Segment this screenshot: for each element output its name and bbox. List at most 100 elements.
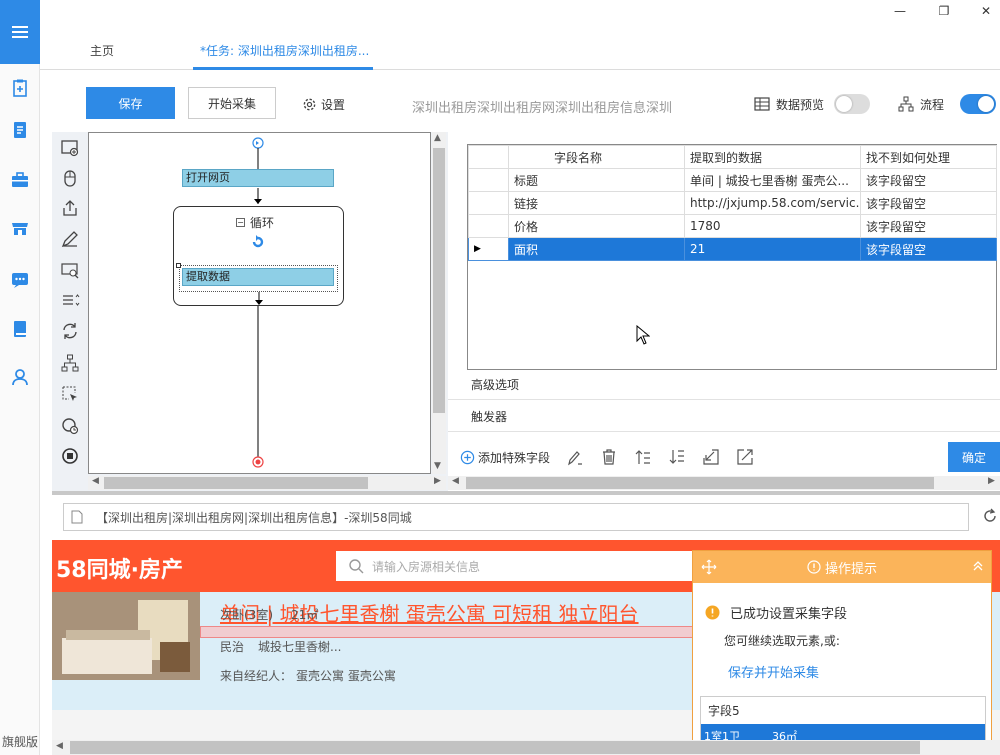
collapse-up-icon[interactable] (972, 560, 984, 572)
field-name-cell[interactable]: 标题 (508, 168, 685, 192)
column-header[interactable]: 提取到的数据 (684, 145, 861, 169)
move-up-icon[interactable] (634, 448, 652, 466)
row-indicator[interactable]: ▶ (468, 237, 509, 261)
search-placeholder: 请输入房源相关信息 (372, 559, 481, 574)
field-fallback-cell[interactable]: 该字段留空 (860, 168, 997, 192)
start-collect-button[interactable]: 开始采集 (188, 87, 276, 119)
settings-button[interactable]: 设置 (302, 96, 345, 113)
scroll-right-icon[interactable]: ▶ (434, 476, 441, 486)
pane-horizontal-scroll-thumb[interactable] (466, 477, 934, 489)
save-button[interactable]: 保存 (86, 87, 175, 119)
field-value-cell[interactable]: 21 (684, 237, 861, 261)
operation-tip-header[interactable]: 操作提示 (693, 551, 991, 583)
branch-tool-icon[interactable] (60, 353, 80, 373)
move-down-icon[interactable] (668, 448, 686, 466)
minimize-button[interactable]: — (892, 4, 908, 18)
field-name-cell[interactable]: 链接 (508, 191, 685, 215)
collapse-icon[interactable]: − (236, 218, 245, 227)
edit-tool-icon[interactable] (60, 229, 80, 249)
field-fallback-cell[interactable]: 该字段留空 (860, 214, 997, 238)
stop-tool-icon[interactable] (60, 446, 80, 466)
connector-arrow (255, 292, 263, 305)
field-value-cell[interactable]: http://jxjump.58.com/servic... (684, 191, 861, 215)
import-icon[interactable] (702, 448, 720, 466)
flow-tree-icon (898, 96, 914, 112)
menu-button[interactable] (0, 0, 40, 64)
site-search-input[interactable]: 请输入房源相关信息 (336, 551, 736, 581)
fields-table: 字段名称 提取到的数据 找不到如何处理 标题 单间 | 城投七里香榭 蛋壳公..… (467, 144, 997, 370)
table-row[interactable]: 标题 单间 | 城投七里香榭 蛋壳公... 该字段留空 (468, 168, 997, 192)
edit-field-icon[interactable] (566, 448, 584, 466)
mouse-tool-icon[interactable] (60, 168, 80, 188)
flow-node-open-page[interactable]: 打开网页 (182, 169, 334, 187)
field-name-cell[interactable]: 价格 (508, 214, 685, 238)
district[interactable]: 民治 (220, 638, 244, 655)
confirm-button[interactable]: 确定 (948, 442, 1000, 472)
field-value-cell[interactable]: 1780 (684, 214, 861, 238)
row-indicator[interactable] (468, 168, 509, 192)
select-tool-icon[interactable] (60, 384, 80, 404)
reload-icon[interactable] (982, 508, 998, 524)
document-icon[interactable] (10, 120, 30, 140)
add-special-field-button[interactable]: 添加特殊字段 (460, 449, 550, 466)
community[interactable]: 城投七里香榭... (258, 638, 341, 655)
scroll-left-icon[interactable]: ◀ (56, 741, 63, 751)
scroll-right-icon[interactable]: ▶ (988, 476, 995, 486)
trigger-row[interactable]: 触发器 (448, 402, 1000, 432)
browser-horizontal-scroll-thumb[interactable] (70, 741, 920, 754)
agent-name[interactable]: 蛋壳公寓 蛋壳公寓 (296, 667, 396, 684)
captcha-tool-icon[interactable] (60, 260, 80, 280)
scroll-left-icon[interactable]: ◀ (92, 476, 99, 486)
save-and-start-link[interactable]: 保存并开始采集 (728, 662, 819, 681)
table-row[interactable]: 链接 http://jxjump.58.com/servic... 该字段留空 (468, 191, 997, 215)
column-header[interactable]: 找不到如何处理 (860, 145, 997, 169)
store-icon[interactable] (10, 218, 30, 238)
delete-icon[interactable] (600, 448, 618, 466)
list-tool-icon[interactable] (60, 290, 80, 310)
loop-tool-icon[interactable] (60, 321, 80, 341)
canvas-horizontal-scroll-thumb[interactable] (104, 477, 368, 489)
data-preview-toggle[interactable] (834, 94, 871, 114)
flow-control: 流程 (898, 94, 997, 114)
move-icon[interactable] (701, 559, 717, 575)
table-row-selected[interactable]: ▶ 面积 21 该字段留空 (468, 237, 997, 261)
refresh-tool-icon[interactable] (60, 415, 80, 435)
row-indicator[interactable] (468, 214, 509, 238)
tab-task[interactable]: *任务: 深圳出租房深圳出租房... (200, 42, 369, 59)
user-icon[interactable] (10, 367, 30, 387)
page-icon (71, 510, 83, 524)
advanced-options-row[interactable]: 高级选项 (448, 370, 1000, 400)
export-tool-icon[interactable] (60, 198, 80, 218)
restore-button[interactable]: ❐ (936, 4, 952, 18)
operation-tip-title: 操作提示 (824, 561, 877, 577)
field-name-cell[interactable]: 面积 (508, 237, 685, 261)
field-fallback-cell[interactable]: 该字段留空 (860, 191, 997, 215)
tab-home[interactable]: 主页 (90, 42, 114, 59)
flow-toggle[interactable] (960, 94, 997, 114)
room-photo-image (52, 592, 200, 680)
scroll-up-icon[interactable]: ▲ (434, 133, 441, 143)
export-icon[interactable] (736, 448, 754, 466)
field-value-cell[interactable]: 单间 | 城投七里香榭 蛋壳公... (684, 168, 861, 192)
close-button[interactable]: ✕ (978, 4, 994, 18)
column-header[interactable]: 字段名称 (508, 145, 685, 169)
briefcase-icon[interactable] (10, 170, 30, 190)
row-indicator[interactable] (468, 191, 509, 215)
table-row[interactable]: 价格 1780 该字段留空 (468, 214, 997, 238)
scroll-left-icon[interactable]: ◀ (452, 476, 459, 486)
flow-node-extract[interactable]: 提取数据 (182, 268, 334, 286)
selection-handle[interactable] (176, 263, 181, 268)
site-logo[interactable]: 58同城·房产 (56, 552, 183, 584)
canvas-vertical-scroll-thumb[interactable] (433, 148, 445, 413)
edition-label: 旗舰版 (1, 735, 38, 749)
chat-icon[interactable] (10, 270, 30, 290)
task-add-icon[interactable] (10, 78, 30, 98)
warning-icon (705, 605, 720, 620)
field-fallback-cell[interactable]: 该字段留空 (860, 237, 997, 261)
listing-specs: 次卧(3室) 21㎡ (220, 606, 318, 623)
flow-label: 流程 (920, 97, 945, 112)
new-page-tool-icon[interactable] (60, 138, 80, 158)
book-icon[interactable] (10, 319, 30, 339)
scroll-down-icon[interactable]: ▼ (434, 461, 441, 471)
address-bar[interactable]: 【深圳出租房|深圳出租房网|深圳出租房信息】-深圳58同城 (63, 503, 969, 531)
